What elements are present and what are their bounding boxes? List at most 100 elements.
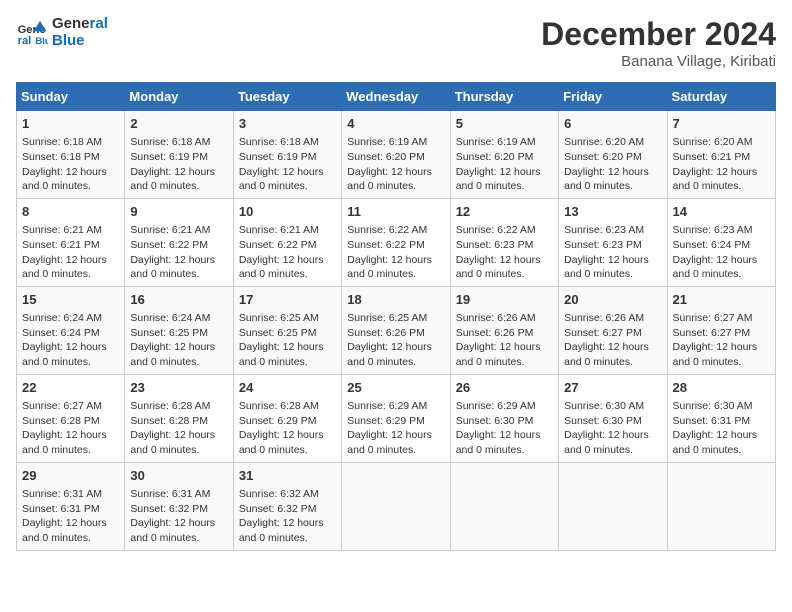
day-info: Sunrise: 6:19 AM Sunset: 6:20 PM Dayligh… xyxy=(456,135,553,194)
day-number: 10 xyxy=(239,203,336,221)
page-header: Gene ral Blue General Blue December 2024… xyxy=(16,16,776,70)
day-info: Sunrise: 6:18 AM Sunset: 6:19 PM Dayligh… xyxy=(239,135,336,194)
day-number: 19 xyxy=(456,291,553,309)
month-title: December 2024 xyxy=(541,16,776,53)
day-number: 4 xyxy=(347,115,444,133)
day-number: 18 xyxy=(347,291,444,309)
calendar-cell: 7 Sunrise: 6:20 AM Sunset: 6:21 PM Daylig… xyxy=(667,111,775,199)
col-friday: Friday xyxy=(559,83,667,111)
day-info: Sunrise: 6:31 AM Sunset: 6:31 PM Dayligh… xyxy=(22,487,119,546)
col-tuesday: Tuesday xyxy=(233,83,341,111)
calendar-cell: 8 Sunrise: 6:21 AM Sunset: 6:21 PM Daylig… xyxy=(17,198,125,286)
calendar-cell: 11 Sunrise: 6:22 AM Sunset: 6:22 PM Dayli… xyxy=(342,198,450,286)
calendar-cell: 10Sunrise: 6:21 AM Sunset: 6:22 PM Dayli… xyxy=(233,198,341,286)
calendar-cell: 1 Sunrise: 6:18 AM Sunset: 6:18 PM Daylig… xyxy=(17,111,125,199)
calendar-table: Sunday Monday Tuesday Wednesday Thursday… xyxy=(16,82,776,551)
day-number: 14 xyxy=(673,203,770,221)
day-info: Sunrise: 6:26 AM Sunset: 6:27 PM Dayligh… xyxy=(564,311,661,370)
calendar-cell: 20 Sunrise: 6:26 AM Sunset: 6:27 PM Dayli… xyxy=(559,286,667,374)
day-number: 30 xyxy=(130,467,227,485)
calendar-cell: 15 Sunrise: 6:24 AM Sunset: 6:24 PM Dayli… xyxy=(17,286,125,374)
calendar-cell: 26Sunrise: 6:29 AM Sunset: 6:30 PM Dayli… xyxy=(450,374,558,462)
day-info: Sunrise: 6:22 AM Sunset: 6:23 PM Dayligh… xyxy=(456,223,553,282)
header-row: Sunday Monday Tuesday Wednesday Thursday… xyxy=(17,83,776,111)
day-info: Sunrise: 6:23 AM Sunset: 6:23 PM Dayligh… xyxy=(564,223,661,282)
col-monday: Monday xyxy=(125,83,233,111)
day-info: Sunrise: 6:28 AM Sunset: 6:29 PM Dayligh… xyxy=(239,399,336,458)
calendar-cell: 13 Sunrise: 6:23 AM Sunset: 6:23 PM Dayli… xyxy=(559,198,667,286)
day-info: Sunrise: 6:23 AM Sunset: 6:24 PM Dayligh… xyxy=(673,223,770,282)
day-number: 15 xyxy=(22,291,119,309)
location: Banana Village, Kiribati xyxy=(541,53,776,70)
calendar-cell: 27Sunrise: 6:30 AM Sunset: 6:30 PM Dayli… xyxy=(559,374,667,462)
svg-text:ral: ral xyxy=(18,35,32,47)
day-number: 20 xyxy=(564,291,661,309)
calendar-cell: 2 Sunrise: 6:18 AM Sunset: 6:19 PM Daylig… xyxy=(125,111,233,199)
day-number: 1 xyxy=(22,115,119,133)
day-number: 6 xyxy=(564,115,661,133)
day-info: Sunrise: 6:25 AM Sunset: 6:25 PM Dayligh… xyxy=(239,311,336,370)
day-info: Sunrise: 6:29 AM Sunset: 6:29 PM Dayligh… xyxy=(347,399,444,458)
day-info: Sunrise: 6:24 AM Sunset: 6:24 PM Dayligh… xyxy=(22,311,119,370)
day-info: Sunrise: 6:28 AM Sunset: 6:28 PM Dayligh… xyxy=(130,399,227,458)
logo: Gene ral Blue General Blue xyxy=(16,16,108,49)
calendar-cell: 23Sunrise: 6:28 AM Sunset: 6:28 PM Dayli… xyxy=(125,374,233,462)
day-info: Sunrise: 6:18 AM Sunset: 6:18 PM Dayligh… xyxy=(22,135,119,194)
calendar-cell: 17 Sunrise: 6:25 AM Sunset: 6:25 PM Dayli… xyxy=(233,286,341,374)
calendar-cell xyxy=(559,462,667,550)
calendar-cell: 30Sunrise: 6:31 AM Sunset: 6:32 PM Dayli… xyxy=(125,462,233,550)
day-number: 7 xyxy=(673,115,770,133)
day-number: 22 xyxy=(22,379,119,397)
col-saturday: Saturday xyxy=(667,83,775,111)
calendar-cell: 6Sunrise: 6:20 AM Sunset: 6:20 PM Daylig… xyxy=(559,111,667,199)
day-number: 25 xyxy=(347,379,444,397)
day-info: Sunrise: 6:29 AM Sunset: 6:30 PM Dayligh… xyxy=(456,399,553,458)
day-number: 29 xyxy=(22,467,119,485)
day-number: 13 xyxy=(564,203,661,221)
calendar-week-1: 1 Sunrise: 6:18 AM Sunset: 6:18 PM Daylig… xyxy=(17,111,776,199)
day-number: 16 xyxy=(130,291,227,309)
day-info: Sunrise: 6:22 AM Sunset: 6:22 PM Dayligh… xyxy=(347,223,444,282)
calendar-cell: 29 Sunrise: 6:31 AM Sunset: 6:31 PM Dayli… xyxy=(17,462,125,550)
day-number: 8 xyxy=(22,203,119,221)
calendar-week-5: 29 Sunrise: 6:31 AM Sunset: 6:31 PM Dayli… xyxy=(17,462,776,550)
day-number: 12 xyxy=(456,203,553,221)
day-info: Sunrise: 6:19 AM Sunset: 6:20 PM Dayligh… xyxy=(347,135,444,194)
day-info: Sunrise: 6:20 AM Sunset: 6:21 PM Dayligh… xyxy=(673,135,770,194)
title-block: December 2024 Banana Village, Kiribati xyxy=(541,16,776,70)
day-info: Sunrise: 6:26 AM Sunset: 6:26 PM Dayligh… xyxy=(456,311,553,370)
calendar-week-3: 15 Sunrise: 6:24 AM Sunset: 6:24 PM Dayli… xyxy=(17,286,776,374)
day-info: Sunrise: 6:27 AM Sunset: 6:27 PM Dayligh… xyxy=(673,311,770,370)
logo-subtext: Blue xyxy=(52,33,108,50)
calendar-cell: 9Sunrise: 6:21 AM Sunset: 6:22 PM Daylig… xyxy=(125,198,233,286)
day-number: 31 xyxy=(239,467,336,485)
calendar-cell: 12 Sunrise: 6:22 AM Sunset: 6:23 PM Dayli… xyxy=(450,198,558,286)
day-info: Sunrise: 6:18 AM Sunset: 6:19 PM Dayligh… xyxy=(130,135,227,194)
calendar-cell: 31 Sunrise: 6:32 AM Sunset: 6:32 PM Dayli… xyxy=(233,462,341,550)
calendar-cell: 28 Sunrise: 6:30 AM Sunset: 6:31 PM Dayli… xyxy=(667,374,775,462)
day-number: 17 xyxy=(239,291,336,309)
calendar-cell: 18Sunrise: 6:25 AM Sunset: 6:26 PM Dayli… xyxy=(342,286,450,374)
day-info: Sunrise: 6:32 AM Sunset: 6:32 PM Dayligh… xyxy=(239,487,336,546)
svg-text:Blue: Blue xyxy=(35,36,48,47)
calendar-cell xyxy=(450,462,558,550)
day-number: 2 xyxy=(130,115,227,133)
col-wednesday: Wednesday xyxy=(342,83,450,111)
day-info: Sunrise: 6:21 AM Sunset: 6:21 PM Dayligh… xyxy=(22,223,119,282)
calendar-cell: 16Sunrise: 6:24 AM Sunset: 6:25 PM Dayli… xyxy=(125,286,233,374)
day-number: 27 xyxy=(564,379,661,397)
calendar-cell: 19 Sunrise: 6:26 AM Sunset: 6:26 PM Dayli… xyxy=(450,286,558,374)
calendar-cell: 14 Sunrise: 6:23 AM Sunset: 6:24 PM Dayli… xyxy=(667,198,775,286)
day-number: 11 xyxy=(347,203,444,221)
logo-icon: Gene ral Blue xyxy=(16,17,48,49)
calendar-cell: 24 Sunrise: 6:28 AM Sunset: 6:29 PM Dayli… xyxy=(233,374,341,462)
calendar-cell: 3Sunrise: 6:18 AM Sunset: 6:19 PM Daylig… xyxy=(233,111,341,199)
day-number: 9 xyxy=(130,203,227,221)
day-number: 5 xyxy=(456,115,553,133)
day-number: 24 xyxy=(239,379,336,397)
day-info: Sunrise: 6:30 AM Sunset: 6:31 PM Dayligh… xyxy=(673,399,770,458)
calendar-cell: 25 Sunrise: 6:29 AM Sunset: 6:29 PM Dayli… xyxy=(342,374,450,462)
calendar-cell xyxy=(667,462,775,550)
day-number: 28 xyxy=(673,379,770,397)
logo-text: General xyxy=(52,16,108,33)
